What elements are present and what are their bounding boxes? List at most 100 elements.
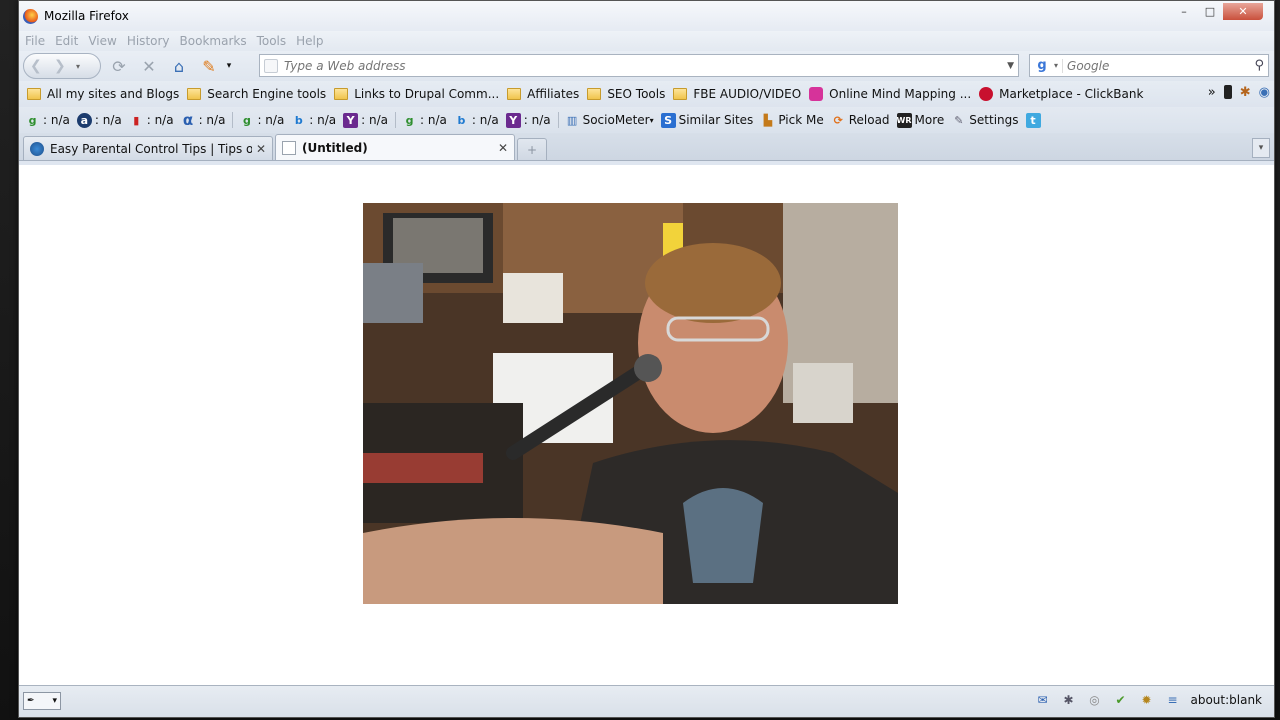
menu-view[interactable]: View <box>88 34 116 48</box>
bookmark-folder[interactable]: Affiliates <box>507 87 579 101</box>
google-links-widget[interactable]: g: n/a <box>402 113 447 128</box>
folder-icon <box>507 88 522 100</box>
menu-tools[interactable]: Tools <box>257 34 287 48</box>
history-dropdown-icon[interactable]: ▾ <box>76 62 80 71</box>
browser-window: Mozilla Firefox – □ ✕ File Edit View His… <box>18 0 1275 718</box>
bing-links-widget[interactable]: b: n/a <box>454 113 498 128</box>
status-bar: ✒ ▾ ✉ ✱ ◎ ✔ ✹ ≡ about:blank <box>19 685 1274 717</box>
compete-rank-widget[interactable]: ▮: n/a <box>129 113 173 128</box>
twitter-icon: t <box>1025 112 1041 128</box>
google-icon[interactable]: g <box>1034 58 1050 74</box>
bookmark-folder[interactable]: All my sites and Blogs <box>27 87 179 101</box>
twitter-button[interactable]: t <box>1025 112 1044 128</box>
folder-icon <box>187 88 202 100</box>
menu-file[interactable]: File <box>25 34 45 48</box>
google-icon: g <box>243 113 251 127</box>
url-dropdown-icon[interactable]: ▼ <box>1007 61 1014 71</box>
yahoo-index-widget[interactable]: Y: n/a <box>343 112 388 128</box>
pen-tool-icon: ✒ <box>27 696 35 706</box>
status-dropdown-icon: ▾ <box>52 696 57 706</box>
bookmarks-overflow-icon[interactable]: » <box>1208 85 1216 100</box>
webcam-video[interactable] <box>363 203 898 604</box>
green-check-icon[interactable]: ✔ <box>1112 692 1128 708</box>
alpha-icon: α <box>182 111 194 129</box>
bookmark-link[interactable]: Marketplace - ClickBank <box>979 87 1143 101</box>
more-button[interactable]: WR More <box>896 112 944 128</box>
status-right-area: ✉ ✱ ◎ ✔ ✹ ≡ about:blank <box>1034 692 1262 708</box>
gear-icon[interactable]: ✹ <box>1138 692 1154 708</box>
google-rank-widget[interactable]: g: n/a <box>25 113 70 128</box>
minimize-button[interactable]: – <box>1171 3 1197 20</box>
stop-icon[interactable]: ✕ <box>137 54 161 78</box>
menu-edit[interactable]: Edit <box>55 34 78 48</box>
bookmark-folder[interactable]: SEO Tools <box>587 87 665 101</box>
alpha-rank-widget[interactable]: α: n/a <box>181 111 226 129</box>
forward-icon[interactable]: ❯ <box>54 58 76 74</box>
tools-icon[interactable]: ✱ <box>1240 85 1251 100</box>
search-engine-dropdown-icon[interactable]: ▾ <box>1054 61 1058 70</box>
phone-icon[interactable] <box>1223 85 1232 99</box>
new-tab-button[interactable]: + <box>517 138 547 160</box>
home-icon[interactable]: ⌂ <box>167 54 191 78</box>
bug-icon[interactable]: ✱ <box>1060 692 1076 708</box>
pencil-icon[interactable]: ✎ <box>197 54 221 78</box>
folder-icon <box>27 88 41 100</box>
status-url: about:blank <box>1190 693 1262 707</box>
bookmark-link[interactable]: Online Mind Mapping ... <box>809 87 971 101</box>
maximize-button[interactable]: □ <box>1197 3 1223 20</box>
bookmark-folder[interactable]: Links to Drupal Comm... <box>334 87 499 101</box>
chart-icon: ▥ <box>566 113 578 127</box>
menu-history[interactable]: History <box>127 34 170 48</box>
url-bar[interactable]: ▼ <box>259 54 1019 77</box>
tab-parental-control[interactable]: Easy Parental Control Tips | Tips on ...… <box>23 136 273 160</box>
pick-me-button[interactable]: ▙ Pick Me <box>760 113 824 128</box>
page-info-icon[interactable]: ≡ <box>1164 692 1180 708</box>
status-tool-widget[interactable]: ✒ ▾ <box>23 692 61 710</box>
blank-page-icon <box>282 140 296 155</box>
folder-icon <box>673 88 688 100</box>
google-index-widget[interactable]: g: n/a <box>239 113 284 128</box>
mail-icon[interactable]: ✉ <box>1034 692 1050 708</box>
alexa-rank-widget[interactable]: a: n/a <box>76 112 122 128</box>
toolbar-separator <box>395 112 397 128</box>
page-content <box>19 165 1274 687</box>
bookmark-folder[interactable]: Search Engine tools <box>187 87 326 101</box>
bing-index-widget[interactable]: b: n/a <box>291 113 336 128</box>
search-bar[interactable]: g ▾ ⚲ <box>1029 54 1269 77</box>
search-input[interactable] <box>1062 58 1243 73</box>
toolbar-dropdown-icon[interactable]: ▾ <box>223 54 235 78</box>
video-frame-image <box>363 203 898 604</box>
adblock-icon[interactable]: ◎ <box>1086 692 1102 708</box>
yahoo-icon: Y <box>343 112 359 128</box>
addon-toolbar: g: n/a a: n/a ▮: n/a α: n/a g: n/a b: n/… <box>19 107 1274 133</box>
bing-icon: b <box>457 113 466 127</box>
bookmark-folder[interactable]: FBE AUDIO/VIDEO <box>673 87 801 101</box>
reload-icon[interactable]: ⟳ <box>107 54 131 78</box>
search-icon[interactable]: ⚲ <box>1254 58 1264 73</box>
reload-button[interactable]: ⟳ Reload <box>831 113 890 128</box>
window-title: Mozilla Firefox <box>44 9 129 23</box>
globe-icon[interactable]: ◉ <box>1259 85 1270 100</box>
close-tab-icon[interactable]: ✕ <box>256 142 266 156</box>
close-tab-icon[interactable]: ✕ <box>498 141 508 155</box>
similar-sites-button[interactable]: S Similar Sites <box>660 112 753 128</box>
close-window-button[interactable]: ✕ <box>1223 3 1263 20</box>
toolbar-separator <box>232 112 234 128</box>
sociometer-button[interactable]: ▥ SocioMeter ▾ <box>565 113 654 128</box>
tab-list-dropdown-icon[interactable]: ▾ <box>1252 138 1270 158</box>
navigation-toolbar: ❮ ❯ ▾ ⟳ ✕ ⌂ ✎ ▾ ▼ g ▾ ⚲ <box>19 51 1274 81</box>
google-icon: g <box>28 113 37 127</box>
mindmap-icon <box>809 87 824 101</box>
alexa-icon: a <box>76 112 92 128</box>
yahoo-links-widget[interactable]: Y: n/a <box>505 112 551 128</box>
tab-untitled[interactable]: (Untitled) ✕ <box>275 134 515 160</box>
clickbank-icon <box>979 87 994 101</box>
back-icon[interactable]: ❮ <box>30 58 54 74</box>
menu-bookmarks[interactable]: Bookmarks <box>180 34 247 48</box>
yahoo-icon: Y <box>505 112 521 128</box>
bing-icon: b <box>294 113 303 127</box>
url-input[interactable] <box>284 58 984 73</box>
tab-bar: Easy Parental Control Tips | Tips on ...… <box>19 133 1274 161</box>
menu-help[interactable]: Help <box>296 34 323 48</box>
settings-button[interactable]: ✎ Settings <box>951 113 1018 128</box>
